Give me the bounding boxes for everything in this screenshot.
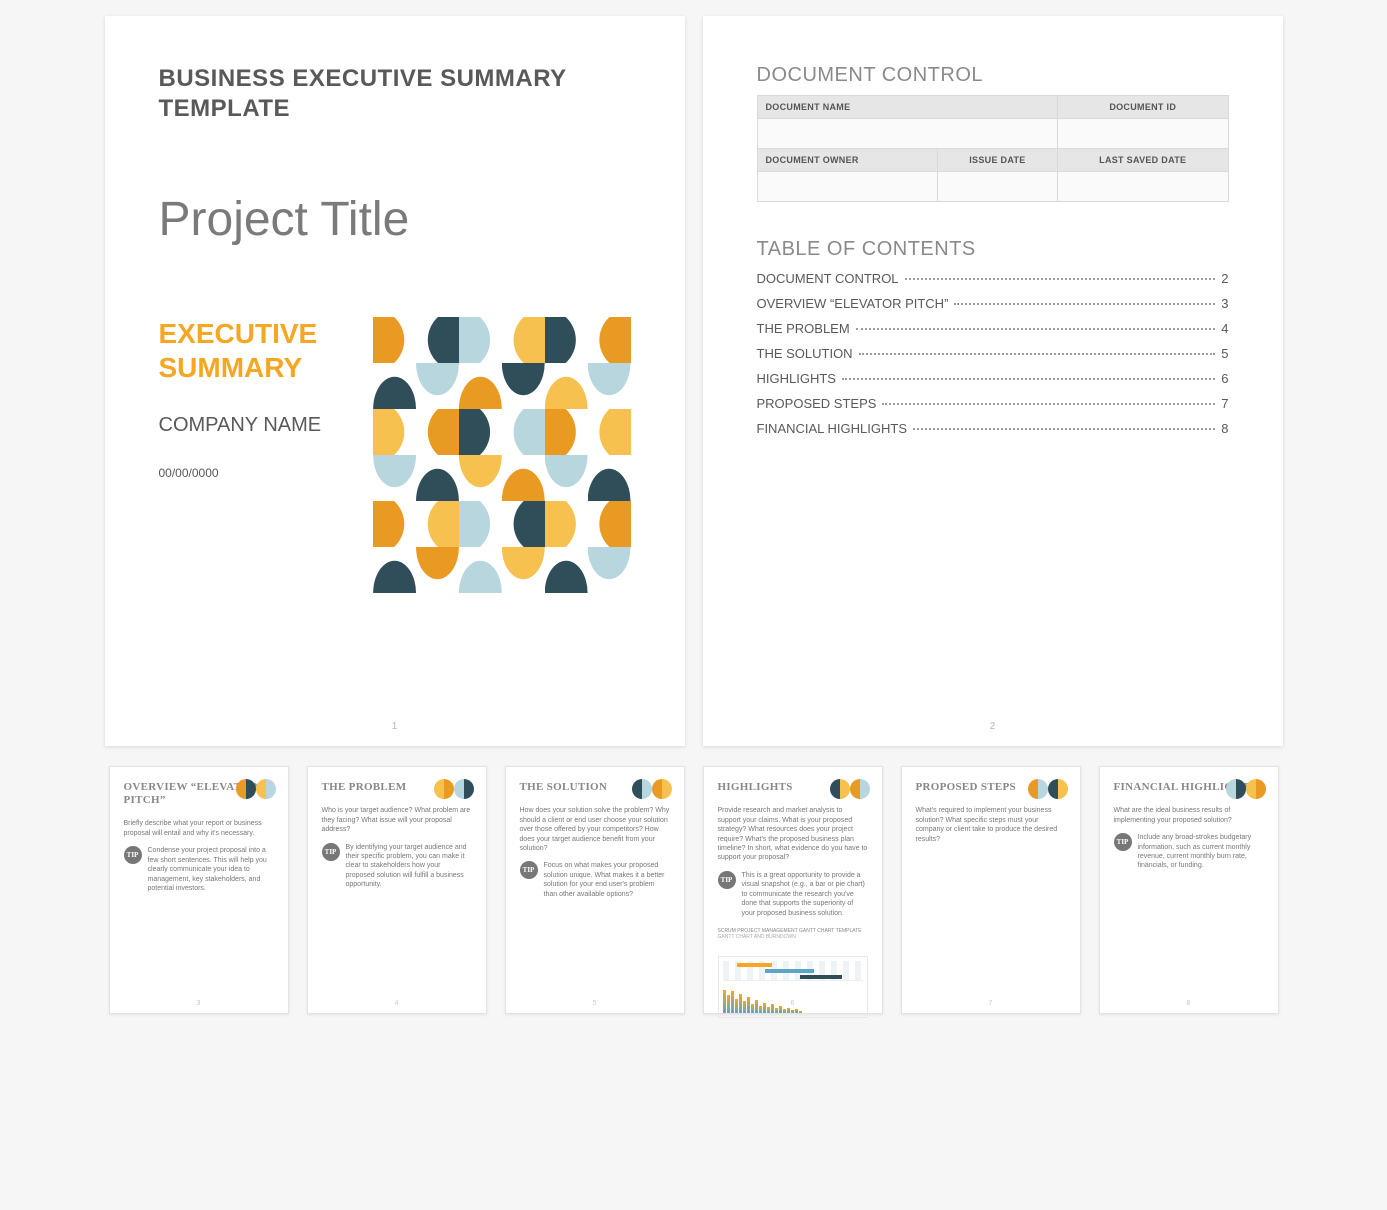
mini-pattern-icon: [434, 779, 474, 799]
thumb-page-number: 4: [308, 1000, 486, 1007]
thumb-page-number: 5: [506, 1000, 684, 1007]
tip-icon: TIP: [1114, 833, 1132, 851]
thumb-tip: Include any broad-strokes budgetary info…: [1138, 833, 1264, 871]
mini-pattern-icon: [1226, 779, 1266, 799]
toc-row: DOCUMENT CONTROL2: [757, 271, 1229, 286]
th-doc-owner: DOCUMENT OWNER: [757, 149, 937, 172]
thumb-overview[interactable]: OVERVIEW “ELEVATOR PITCH” Briefly descri…: [109, 766, 289, 1014]
doc-control-heading: DOCUMENT CONTROL: [757, 64, 1229, 87]
thumb-page-number: 6: [704, 1000, 882, 1007]
toc-row: THE SOLUTION 5: [757, 346, 1229, 361]
thumb-body: Who is your target audience? What proble…: [322, 806, 472, 834]
th-last-saved: LAST SAVED DATE: [1057, 149, 1228, 172]
toc-heading: TABLE OF CONTENTS: [757, 238, 1229, 261]
thumb-page-number: 3: [110, 1000, 288, 1007]
thumb-page-number: 8: [1100, 1000, 1278, 1007]
thumb-financial[interactable]: FINANCIAL HIGHLIGHTS What are the ideal …: [1099, 766, 1279, 1014]
thumb-tip: Focus on what makes your proposed soluti…: [544, 861, 670, 899]
th-doc-id: DOCUMENT ID: [1057, 96, 1228, 119]
exec-summary-label: EXECUTIVE SUMMARY: [159, 317, 334, 384]
thumb-body: What's required to implement your busine…: [916, 806, 1066, 844]
thumbnail-row: OVERVIEW “ELEVATOR PITCH” Briefly descri…: [16, 766, 1371, 1014]
tip-icon: TIP: [322, 843, 340, 861]
company-name: COMPANY NAME: [159, 412, 334, 438]
toc-row: HIGHLIGHTS 6: [757, 371, 1229, 386]
date-placeholder: 00/00/0000: [159, 466, 334, 480]
thumb-tip: By identifying your target audience and …: [346, 843, 472, 890]
mini-pattern-icon: [236, 779, 276, 799]
th-doc-name: DOCUMENT NAME: [757, 96, 1057, 119]
th-issue-date: ISSUE DATE: [937, 149, 1057, 172]
thumb-tip: This is a great opportunity to provide a…: [742, 871, 868, 918]
tip-icon: TIP: [124, 846, 142, 864]
page-2: DOCUMENT CONTROL DOCUMENT NAME DOCUMENT …: [703, 16, 1283, 746]
thumb-solution[interactable]: THE SOLUTION How does your solution solv…: [505, 766, 685, 1014]
thumb-page-number: 7: [902, 1000, 1080, 1007]
decorative-pattern: [373, 317, 630, 593]
thumb-proposed-steps[interactable]: PROPOSED STEPS What's required to implem…: [901, 766, 1081, 1014]
chart-sublabel: GANTT CHART AND BURNDOWN: [718, 934, 868, 940]
page-number: 1: [105, 721, 685, 732]
mini-pattern-icon: [632, 779, 672, 799]
mini-pattern-icon: [1028, 779, 1068, 799]
toc-row: THE PROBLEM 4: [757, 321, 1229, 336]
table-of-contents: DOCUMENT CONTROL2 OVERVIEW “ELEVATOR PIT…: [757, 271, 1229, 436]
page-number: 2: [703, 721, 1283, 732]
thumb-highlights[interactable]: HIGHLIGHTS Provide research and market a…: [703, 766, 883, 1014]
tip-icon: TIP: [520, 861, 538, 879]
thumb-body: How does your solution solve the problem…: [520, 806, 670, 853]
doc-control-table: DOCUMENT NAME DOCUMENT ID DOCUMENT OWNER…: [757, 95, 1229, 202]
thumb-tip: Condense your project proposal into a fe…: [148, 846, 274, 893]
toc-row: OVERVIEW “ELEVATOR PITCH” 3: [757, 296, 1229, 311]
mini-gantt-chart: [718, 956, 868, 1018]
toc-row: FINANCIAL HIGHLIGHTS 8: [757, 421, 1229, 436]
mini-pattern-icon: [830, 779, 870, 799]
main-pages: BUSINESS EXECUTIVE SUMMARY TEMPLATE Proj…: [16, 16, 1371, 746]
thumb-problem[interactable]: THE PROBLEM Who is your target audience?…: [307, 766, 487, 1014]
toc-row: PROPOSED STEPS 7: [757, 396, 1229, 411]
thumb-body: Briefly describe what your report or bus…: [124, 819, 274, 838]
project-title: Project Title: [159, 192, 631, 247]
template-heading: BUSINESS EXECUTIVE SUMMARY TEMPLATE: [159, 64, 631, 124]
tip-icon: TIP: [718, 871, 736, 889]
thumb-body: What are the ideal business results of i…: [1114, 806, 1264, 825]
thumb-body: Provide research and market analysis to …: [718, 806, 868, 863]
page-1: BUSINESS EXECUTIVE SUMMARY TEMPLATE Proj…: [105, 16, 685, 746]
